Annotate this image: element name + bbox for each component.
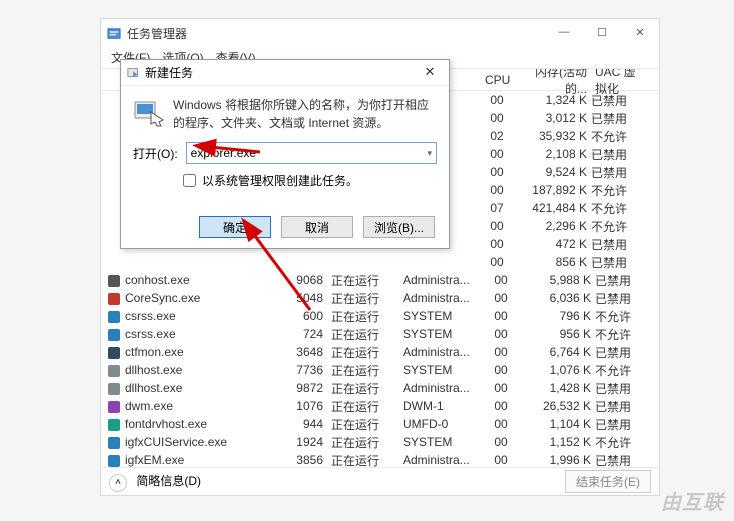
process-icon <box>107 435 121 449</box>
chevron-up-icon: ˄ <box>109 474 127 492</box>
watermark: 由互联 <box>661 486 724 515</box>
open-label: 打开(O): <box>133 145 178 162</box>
open-value: explorer.exe <box>191 146 256 160</box>
run-dialog: 新建任务 ✕ Windows 将根据你所键入的名称，为你打开相应的程序、文件夹、… <box>120 59 450 249</box>
table-row[interactable]: ctfmon.exe3648正在运行Administra...006,764 K… <box>101 343 659 361</box>
open-combobox[interactable]: explorer.exe ▾ <box>186 142 437 164</box>
col-cpu[interactable]: CPU <box>481 73 513 87</box>
process-icon <box>107 417 121 431</box>
run-icon <box>133 96 165 128</box>
table-row[interactable]: igfxCUIService.exe1924正在运行SYSTEM001,152 … <box>101 433 659 451</box>
process-icon <box>107 399 121 413</box>
table-row[interactable]: dwm.exe1076正在运行DWM-10026,532 K已禁用 <box>101 397 659 415</box>
maximize-button[interactable]: ☐ <box>583 19 621 45</box>
process-icon <box>107 273 121 287</box>
table-row[interactable]: csrss.exe600正在运行SYSTEM00796 K不允许 <box>101 307 659 325</box>
table-row[interactable]: CoreSync.exe5048正在运行Administra...006,036… <box>101 289 659 307</box>
summary-toggle[interactable]: ˄ 简略信息(D) <box>109 472 201 492</box>
table-row[interactable]: igfxEM.exe3856正在运行Administra...001,996 K… <box>101 451 659 467</box>
admin-checkbox[interactable] <box>183 174 196 187</box>
process-icon <box>107 309 121 323</box>
table-row[interactable]: dllhost.exe9872正在运行Administra...001,428 … <box>101 379 659 397</box>
statusbar: ˄ 简略信息(D) 结束任务(E) <box>101 467 659 495</box>
chevron-down-icon[interactable]: ▾ <box>427 148 432 159</box>
window-title: 任务管理器 <box>127 25 187 42</box>
process-icon <box>107 363 121 377</box>
rows-lower: conhost.exe9068正在运行Administra...005,988 … <box>101 271 659 467</box>
minimize-button[interactable]: — <box>545 19 583 45</box>
process-icon <box>107 381 121 395</box>
app-icon <box>107 26 121 40</box>
titlebar[interactable]: 任务管理器 — ☐ ✕ <box>101 19 659 47</box>
cancel-button[interactable]: 取消 <box>281 216 353 238</box>
process-icon <box>107 453 121 467</box>
dialog-title: 新建任务 <box>145 64 193 81</box>
dialog-close-button[interactable]: ✕ <box>411 60 449 84</box>
run-title-icon <box>127 66 141 80</box>
process-icon <box>107 327 121 341</box>
admin-check-label: 以系统管理权限创建此任务。 <box>202 172 358 189</box>
ok-button[interactable]: 确定 <box>199 216 271 238</box>
dialog-titlebar[interactable]: 新建任务 ✕ <box>121 60 449 86</box>
table-row[interactable]: conhost.exe9068正在运行Administra...005,988 … <box>101 271 659 289</box>
table-row[interactable]: fontdrvhost.exe944正在运行UMFD-0001,104 K已禁用 <box>101 415 659 433</box>
table-row[interactable]: dllhost.exe7736正在运行SYSTEM001,076 K不允许 <box>101 361 659 379</box>
process-icon <box>107 291 121 305</box>
close-button[interactable]: ✕ <box>621 19 659 45</box>
process-icon <box>107 345 121 359</box>
table-row[interactable]: 00856 K已禁用 <box>101 253 659 271</box>
table-row[interactable]: csrss.exe724正在运行SYSTEM00956 K不允许 <box>101 325 659 343</box>
dialog-description: Windows 将根据你所键入的名称，为你打开相应的程序、文件夹、文档或 Int… <box>173 96 437 132</box>
end-task-button[interactable]: 结束任务(E) <box>565 470 651 493</box>
browse-button[interactable]: 浏览(B)... <box>363 216 435 238</box>
